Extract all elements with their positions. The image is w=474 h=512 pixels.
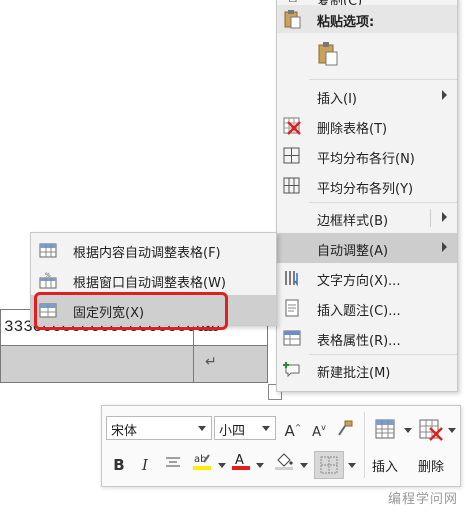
borders-button[interactable] [314, 451, 344, 479]
delete-table-button[interactable]: 删除 [414, 412, 456, 482]
submenu-item-autofit-window[interactable]: % 根据窗口自动调整表格(W) [31, 265, 276, 295]
submenu-item-autofit-contents[interactable]: 根据内容自动调整表格(F) [31, 235, 276, 265]
distribute-columns-icon [283, 177, 301, 195]
menu-item-distribute-rows[interactable]: 平均分布各行(N) [277, 141, 457, 171]
menu-item-text-direction[interactable]: 文字方向(X)... [277, 263, 457, 293]
chevron-down-icon[interactable] [262, 426, 270, 431]
menu-item-new-comment[interactable]: 新建批注(M) [277, 355, 457, 385]
format-painter-icon [338, 420, 353, 436]
text-direction-icon [283, 269, 301, 287]
svg-text:A: A [235, 453, 244, 468]
chevron-down-icon[interactable] [198, 426, 206, 431]
menu-item-delete-table[interactable]: 删除表格(T) [277, 111, 457, 141]
menu-item-autofit[interactable]: 自动调整(A) [277, 233, 457, 263]
center-align-button[interactable] [162, 453, 184, 477]
highlighter-icon: ab [193, 454, 211, 470]
insert-caption-icon [283, 299, 301, 317]
context-menu: ⧉ 复制(C) 粘贴选项: 插入(I) 删除表格(T) 平均分布各行(N) 平均… [276, 0, 458, 392]
autofit-contents-icon [39, 241, 57, 259]
font-color-button[interactable]: A [230, 451, 252, 475]
chevron-down-icon[interactable] [256, 463, 264, 468]
menu-item-insert-caption[interactable]: 插入题注(C)... [277, 293, 457, 323]
table-row[interactable]: ↵ [0, 345, 268, 383]
submenu-arrow-icon [442, 242, 447, 252]
menu-separator [309, 79, 457, 80]
highlight-button[interactable]: ab [190, 451, 214, 475]
menu-item-distribute-columns[interactable]: 平均分布各列(Y) [277, 171, 457, 201]
distribute-rows-icon [283, 147, 301, 165]
format-painter-button[interactable] [334, 416, 356, 440]
delete-table-icon [283, 117, 301, 135]
chevron-down-icon[interactable] [404, 428, 412, 433]
border-grid-icon [320, 456, 338, 474]
shading-button[interactable] [272, 451, 296, 475]
chevron-down-icon[interactable] [448, 428, 456, 433]
grow-font-button[interactable]: A^ [282, 416, 304, 440]
toolbar-separator [364, 412, 365, 478]
paint-bucket-icon [275, 453, 293, 470]
chevron-down-icon[interactable] [348, 463, 356, 468]
new-comment-icon [283, 361, 301, 379]
highlight-annotation-box [34, 292, 228, 330]
menu-item-table-properties[interactable]: 表格属性(R)... [277, 323, 457, 353]
paste-options-header: 粘贴选项: [277, 5, 457, 33]
watermark: 编程学问网 [388, 492, 459, 507]
font-size-combo[interactable]: 小四 [214, 416, 276, 440]
submenu-arrow-icon [442, 90, 447, 100]
menu-item-insert[interactable]: 插入(I) [277, 81, 457, 111]
submenu-arrow-icon [442, 212, 447, 222]
font-color-icon: A [232, 453, 250, 470]
center-align-icon [166, 457, 180, 467]
font-name-combo[interactable]: 宋体 [106, 416, 212, 440]
insert-table-icon [375, 419, 395, 439]
bold-button[interactable]: B [108, 453, 130, 477]
chevron-down-icon[interactable] [218, 463, 226, 468]
delete-table-icon [419, 419, 443, 441]
italic-button[interactable]: I [134, 453, 156, 477]
column-divider[interactable] [193, 346, 194, 382]
paste-icon [318, 42, 338, 66]
clipboard-icon [283, 9, 301, 33]
chevron-down-icon[interactable] [300, 463, 308, 468]
table-properties-icon [283, 329, 301, 347]
shrink-font-button[interactable]: Av [308, 416, 330, 440]
paragraph-mark: ↵ [205, 354, 217, 370]
paste-keep-format-button[interactable] [317, 41, 339, 67]
menu-item-border-style[interactable]: 边框样式(B) [277, 203, 457, 233]
mini-toolbar: 宋体 小四 A^ Av B I ab A 插入 删除 [101, 405, 461, 487]
autofit-window-icon: % [39, 271, 57, 289]
insert-table-button[interactable]: 插入 [370, 412, 412, 482]
